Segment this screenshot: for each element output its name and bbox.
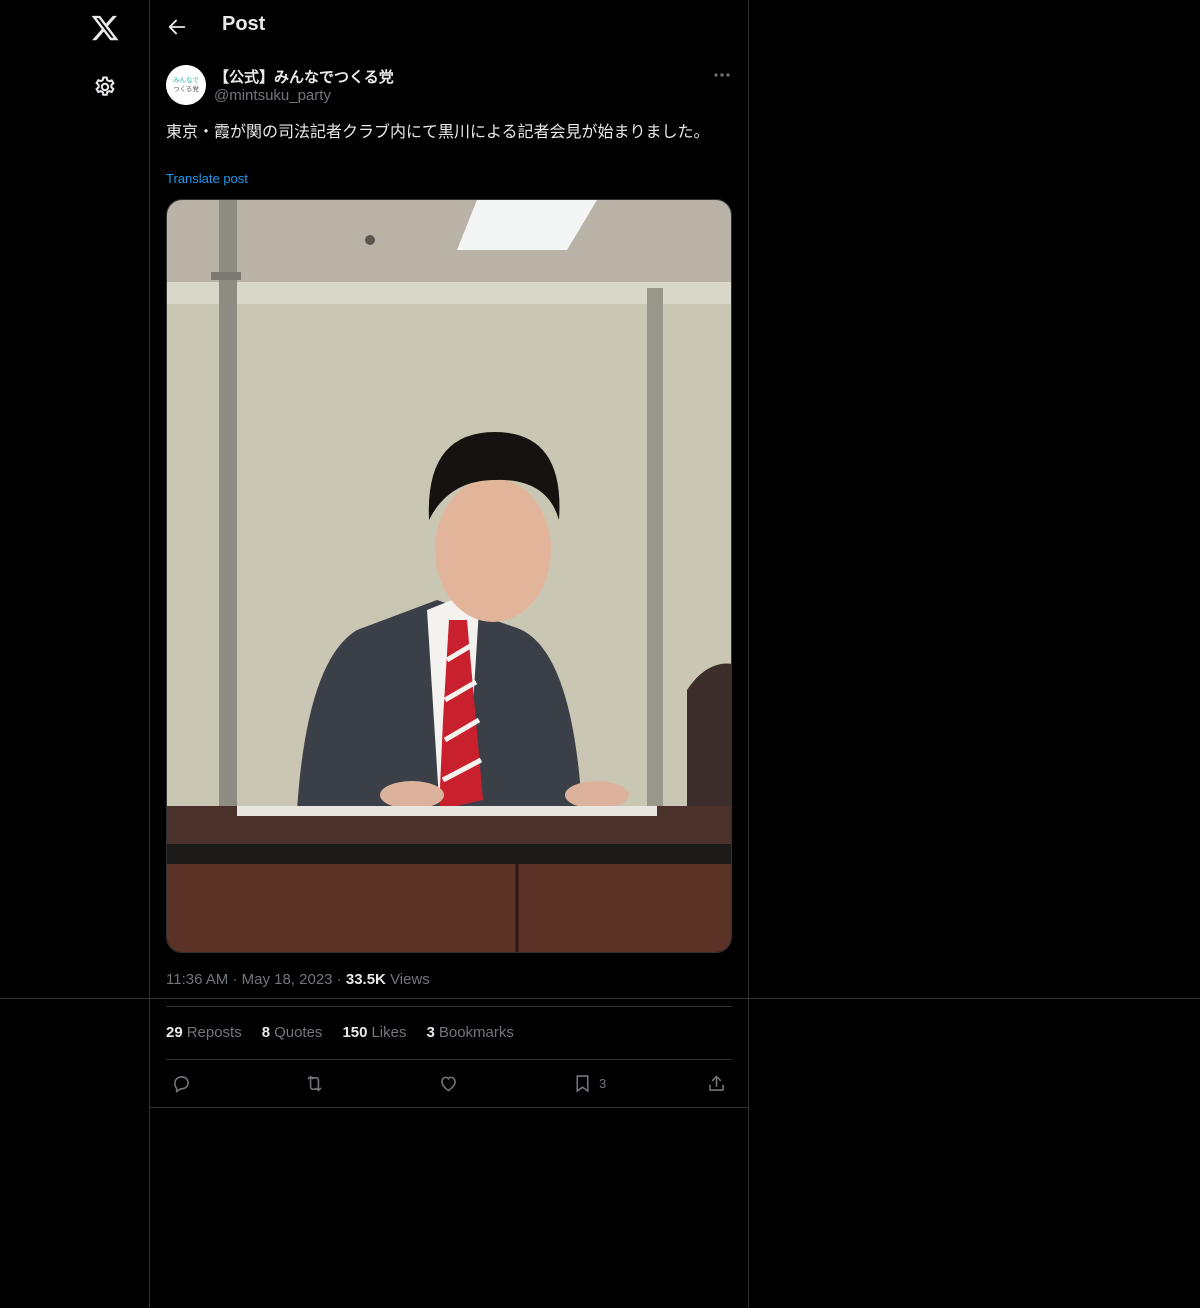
quotes-label: Quotes <box>274 1024 323 1041</box>
quotes-stat[interactable]: 8 Quotes <box>262 1024 323 1041</box>
post-time[interactable]: 11:36 AM <box>166 971 228 988</box>
divider <box>166 1006 732 1007</box>
user-handle[interactable]: @mintsuku_party <box>214 87 331 104</box>
bookmarks-label: Bookmarks <box>438 1024 514 1041</box>
quotes-count: 8 <box>261 1024 271 1041</box>
post-date[interactable]: May 18, 2023 <box>242 971 333 988</box>
share-icon <box>709 1075 724 1091</box>
x-logo-icon[interactable] <box>90 13 120 43</box>
back-arrow-icon[interactable] <box>166 16 188 38</box>
meta-dot: · <box>336 971 346 988</box>
reposts-stat[interactable]: 29 Reposts <box>166 1024 242 1041</box>
action-bar: 3 <box>166 1068 732 1098</box>
views-label: Views <box>390 971 430 988</box>
divider <box>150 1107 749 1108</box>
translate-post-link[interactable]: Translate post <box>166 171 248 186</box>
post-meta: 11:36 AM · May 18, 2023 · 33.5K Views <box>166 971 430 988</box>
post-text: 東京・霞が関の司法記者クラブ内にて黒川による記者会見が始まりました。 <box>166 122 710 141</box>
repost-button[interactable] <box>304 1072 325 1094</box>
more-icon[interactable] <box>711 65 733 85</box>
reply-button[interactable] <box>171 1072 192 1094</box>
bookmark-count: 3 <box>599 1075 607 1091</box>
likes-stat[interactable]: 150 Likes <box>342 1024 406 1041</box>
share-button[interactable] <box>706 1072 727 1094</box>
like-icon <box>441 1076 456 1091</box>
reposts-label: Reposts <box>186 1024 242 1041</box>
avatar[interactable]: みんなで つくる党 <box>166 65 206 105</box>
avatar-line-2: つくる党 <box>173 84 199 93</box>
bookmarks-stat[interactable]: 3 Bookmarks <box>427 1024 514 1041</box>
gear-icon[interactable] <box>93 75 117 99</box>
avatar-line-1: みんなで <box>173 76 200 84</box>
reposts-count: 29 <box>166 1024 183 1041</box>
bookmarks-count: 3 <box>426 1024 435 1041</box>
post-stats: 29 Reposts 8 Quotes 150 Likes 3 Bookmarks <box>166 1024 514 1041</box>
likes-label: Likes <box>371 1024 407 1041</box>
bookmark-icon <box>576 1074 589 1092</box>
post-photo[interactable] <box>166 199 732 953</box>
like-button[interactable] <box>438 1072 459 1094</box>
left-sidebar <box>0 0 150 1308</box>
display-name[interactable]: 【公式】みんなでつくる党 <box>214 66 394 87</box>
bookmark-button[interactable]: 3 <box>572 1072 606 1094</box>
reply-icon <box>174 1075 189 1093</box>
divider <box>0 998 1200 999</box>
page-title: Post <box>222 13 266 35</box>
divider <box>166 1059 732 1060</box>
meta-dot: · <box>232 971 242 988</box>
likes-count: 150 <box>342 1024 368 1041</box>
repost-icon <box>307 1075 322 1091</box>
views-count: 33.5K <box>345 971 386 988</box>
